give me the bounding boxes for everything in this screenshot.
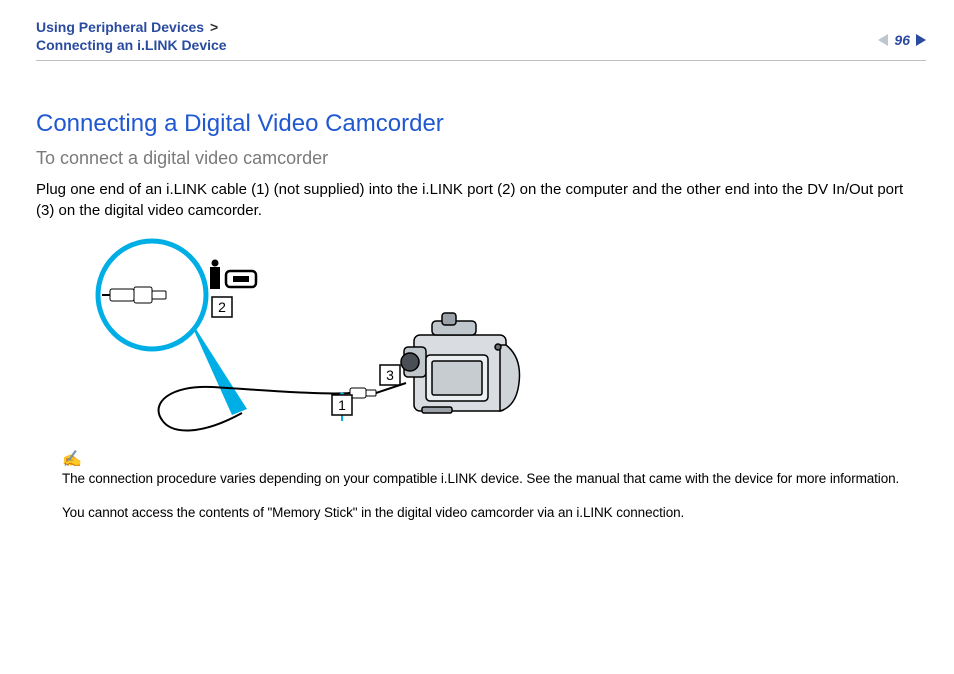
ilink-cable <box>159 387 350 431</box>
camcorder-icon <box>401 313 520 413</box>
header-rule <box>36 60 926 61</box>
note-icon: ✍ <box>62 449 82 469</box>
breadcrumb-text-1: Using Peripheral Devices <box>36 19 204 35</box>
diagram-svg: 2 1 3 <box>62 235 522 443</box>
callout-port: 2 <box>212 297 232 317</box>
section-subtitle: To connect a digital video camcorder <box>36 148 922 169</box>
callout-port-label: 2 <box>218 299 226 315</box>
breadcrumb-separator: > <box>208 19 218 35</box>
callout-cable-label: 1 <box>338 397 346 413</box>
breadcrumb-line2: Connecting an i.LINK Device <box>36 36 926 54</box>
connection-diagram: 2 1 3 <box>62 235 522 443</box>
section-title: Connecting a Digital Video Camcorder <box>36 110 922 138</box>
ilink-port-icon <box>210 260 256 290</box>
callout-dv: 3 <box>380 365 400 385</box>
body-paragraph: Plug one end of an i.LINK cable (1) (not… <box>36 179 922 221</box>
page-number: 96 <box>894 32 910 48</box>
breadcrumb-line1: Using Peripheral Devices > <box>36 18 926 36</box>
note-line-1: The connection procedure varies dependin… <box>62 469 922 489</box>
callout-dv-label: 3 <box>386 367 394 383</box>
note-line-2: You cannot access the contents of "Memor… <box>62 503 922 523</box>
page: Using Peripheral Devices > Connecting an… <box>0 0 954 674</box>
content: Connecting a Digital Video Camcorder To … <box>36 110 922 537</box>
page-nav: 96 <box>878 32 926 48</box>
cable-plug-icon <box>350 388 376 398</box>
header: Using Peripheral Devices > Connecting an… <box>36 18 926 58</box>
prev-page-icon[interactable] <box>878 34 888 46</box>
next-page-icon[interactable] <box>916 34 926 46</box>
callout-cable: 1 <box>332 395 352 415</box>
notes: ✍ The connection procedure varies depend… <box>62 449 922 523</box>
